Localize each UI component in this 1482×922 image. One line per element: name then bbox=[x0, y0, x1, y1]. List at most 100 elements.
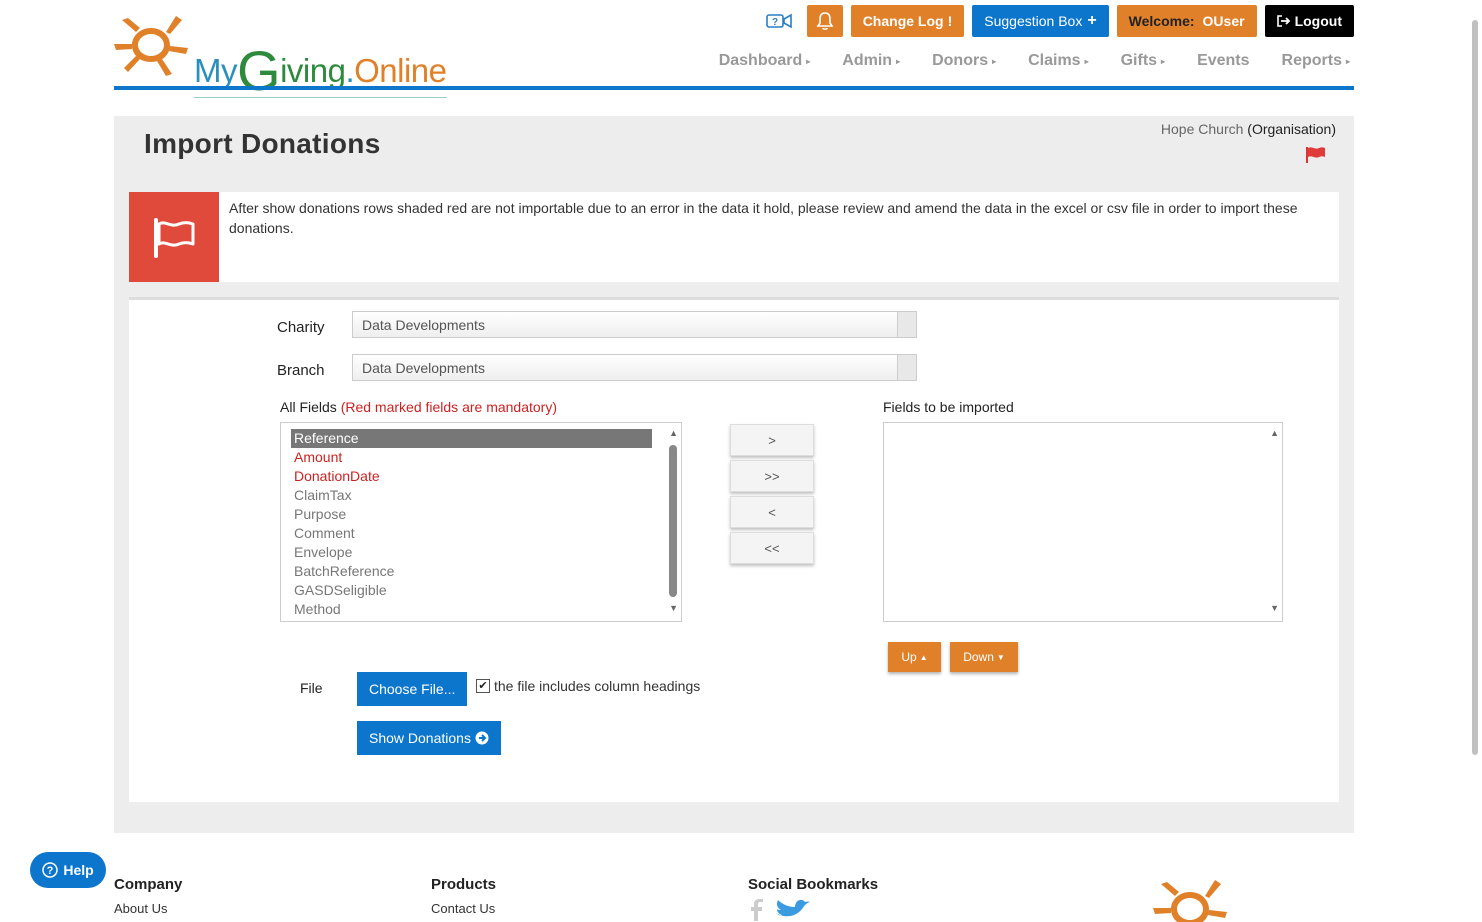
scrollbar-thumb[interactable] bbox=[669, 445, 677, 597]
change-log-button[interactable]: Change Log! bbox=[850, 5, 965, 37]
nav-reports[interactable]: Reports ▸ bbox=[1282, 52, 1350, 70]
file-label: File bbox=[300, 680, 323, 696]
show-donations-label: Show Donations bbox=[369, 730, 471, 746]
nav-donors[interactable]: Donors ▸ bbox=[932, 52, 996, 70]
help-button[interactable]: ? Help bbox=[30, 852, 106, 888]
all-fields-listbox[interactable]: Reference Amount DonationDate ClaimTax P… bbox=[280, 422, 682, 622]
sun-logo-icon bbox=[114, 16, 188, 76]
bell-icon bbox=[816, 12, 834, 30]
move-down-button[interactable]: Down ▼ bbox=[950, 642, 1018, 672]
organisation-name: Hope Church bbox=[1160, 121, 1244, 137]
add-all-fields-button[interactable]: >> bbox=[730, 460, 814, 492]
chevron-down-icon bbox=[897, 312, 916, 337]
twitter-icon[interactable] bbox=[774, 899, 812, 921]
nav-label: Events bbox=[1197, 52, 1250, 69]
column-headings-label: the file includes column headings bbox=[494, 678, 701, 694]
charity-select[interactable]: Data Developments bbox=[352, 311, 917, 338]
scroll-up-icon[interactable]: ▲ bbox=[1270, 428, 1279, 438]
branch-select[interactable]: Data Developments bbox=[352, 354, 917, 381]
footer-social-heading: Social Bookmarks bbox=[748, 876, 879, 893]
scroll-down-icon[interactable]: ▼ bbox=[669, 603, 678, 613]
list-item[interactable]: Method bbox=[291, 600, 652, 619]
site-footer: Company About Us Products Contact Us Soc… bbox=[114, 852, 1354, 922]
logout-button[interactable]: Logout bbox=[1264, 5, 1354, 37]
list-item[interactable]: Reference bbox=[291, 429, 652, 448]
branch-label: Branch bbox=[277, 362, 325, 379]
nav-admin[interactable]: Admin ▸ bbox=[842, 52, 900, 70]
remove-all-fields-button[interactable]: << bbox=[730, 532, 814, 564]
list-item[interactable]: ClaimTax bbox=[291, 486, 652, 505]
list-item[interactable]: DonationDate bbox=[291, 467, 652, 486]
show-donations-button[interactable]: Show Donations bbox=[357, 721, 501, 755]
list-item[interactable]: GASDSeligible bbox=[291, 581, 652, 600]
caret-right-icon: ▸ bbox=[1084, 56, 1089, 66]
brand-logo[interactable]: MyGiving.Online bbox=[114, 12, 474, 102]
nav-gifts[interactable]: Gifts ▸ bbox=[1121, 52, 1165, 70]
notifications-button[interactable] bbox=[806, 5, 843, 37]
nav-events[interactable]: Events bbox=[1197, 52, 1249, 70]
nav-dashboard[interactable]: Dashboard ▸ bbox=[719, 52, 811, 70]
scroll-down-icon[interactable]: ▼ bbox=[1270, 603, 1279, 613]
change-log-mark: ! bbox=[947, 13, 953, 29]
chevron-down-icon bbox=[897, 355, 916, 380]
welcome-user-button[interactable]: Welcome: OUser bbox=[1116, 5, 1257, 37]
footer-products: Products Contact Us bbox=[431, 876, 496, 916]
list-item[interactable]: BatchReference bbox=[291, 562, 652, 581]
import-form-panel: Charity Data Developments Branch Data De… bbox=[129, 297, 1339, 802]
logout-label: Logout bbox=[1294, 13, 1342, 29]
mandatory-note: (Red marked fields are mandatory) bbox=[340, 399, 557, 415]
all-fields-options: Reference Amount DonationDate ClaimTax P… bbox=[291, 429, 652, 619]
arrow-circle-right-icon bbox=[475, 731, 489, 745]
page-scrollbar[interactable] bbox=[1472, 20, 1478, 755]
caret-down-icon: ▼ bbox=[996, 652, 1005, 662]
facebook-icon[interactable] bbox=[748, 899, 764, 921]
info-alert: After show donations rows shaded red are… bbox=[129, 192, 1339, 282]
main-content: Import Donations Hope Church (Organisati… bbox=[114, 116, 1354, 833]
list-item[interactable]: Amount bbox=[291, 448, 652, 467]
svg-text:?: ? bbox=[47, 865, 54, 877]
nav-claims[interactable]: Claims ▸ bbox=[1028, 52, 1088, 70]
all-fields-label: All Fields bbox=[280, 399, 337, 415]
list-item[interactable]: Envelope bbox=[291, 543, 652, 562]
footer-contact-link[interactable]: Contact Us bbox=[431, 901, 496, 916]
social-icons bbox=[748, 899, 878, 921]
logout-icon bbox=[1276, 15, 1290, 27]
welcome-label: Welcome: bbox=[1128, 13, 1195, 29]
username: OUser bbox=[1202, 13, 1245, 29]
column-headings-option[interactable]: ✔ the file includes column headings bbox=[476, 678, 700, 694]
change-log-label: Change Log bbox=[862, 13, 944, 29]
scroll-up-icon[interactable]: ▲ bbox=[669, 428, 678, 438]
brand-g: G bbox=[237, 39, 281, 102]
fields-to-import-listbox[interactable]: ▲ ▼ bbox=[883, 422, 1283, 622]
main-nav: Dashboard ▸ Admin ▸ Donors ▸ Claims ▸ Gifts ▸… bbox=[719, 52, 1350, 70]
column-headings-checkbox[interactable]: ✔ bbox=[476, 679, 490, 693]
nav-label: Donors bbox=[932, 52, 989, 69]
fields-to-import-label: Fields to be imported bbox=[883, 399, 1014, 415]
nav-label: Reports bbox=[1281, 52, 1342, 69]
choose-file-button[interactable]: Choose File... bbox=[357, 672, 468, 706]
footer-company-heading: Company bbox=[114, 876, 183, 893]
alert-message: After show donations rows shaded red are… bbox=[229, 200, 1298, 236]
organisation-type: (Organisation) bbox=[1247, 121, 1336, 137]
top-toolbar: ? Change Log! Suggestion Box + Welcome: … bbox=[765, 5, 1354, 37]
footer-about-link[interactable]: About Us bbox=[114, 901, 182, 916]
help-video-icon[interactable]: ? bbox=[765, 11, 793, 31]
flag-outline-icon bbox=[154, 218, 195, 258]
list-item[interactable]: Purpose bbox=[291, 505, 652, 524]
move-up-label: Up bbox=[901, 650, 917, 664]
charity-label: Charity bbox=[277, 319, 325, 336]
header-divider bbox=[114, 86, 1354, 90]
add-field-button[interactable]: > bbox=[730, 424, 814, 456]
flag-icon[interactable] bbox=[1306, 146, 1326, 164]
nav-label: Claims bbox=[1028, 52, 1081, 69]
caret-right-icon: ▸ bbox=[1161, 56, 1166, 66]
nav-label: Dashboard bbox=[718, 52, 803, 69]
list-item[interactable]: Comment bbox=[291, 524, 652, 543]
footer-company: Company About Us bbox=[114, 876, 182, 916]
brand-underline bbox=[194, 97, 447, 98]
suggestion-box-button[interactable]: Suggestion Box + bbox=[972, 5, 1109, 37]
page-title: Import Donations bbox=[144, 128, 381, 159]
move-up-button[interactable]: Up ▲ bbox=[888, 642, 941, 672]
footer-social: Social Bookmarks bbox=[748, 876, 878, 921]
remove-field-button[interactable]: < bbox=[730, 496, 814, 528]
